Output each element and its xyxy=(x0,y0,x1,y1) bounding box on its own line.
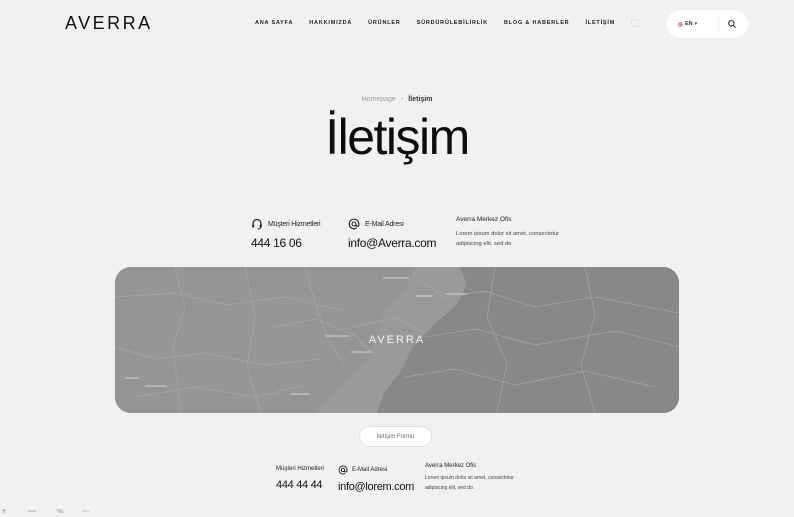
chevron-down-icon: ▾ xyxy=(694,21,698,27)
map-brand-logo: AVERRA xyxy=(368,334,426,346)
bottom-email-block: E-Mail Adresi info@lorem.com xyxy=(338,465,414,493)
bottom-office-block: Averra Merkez Ofis Lorem ipsum dolor sit… xyxy=(425,463,535,493)
bottom-customer-service-block: Müşteri Hizmetleri 444 44 44 xyxy=(276,466,324,491)
breadcrumb-current: İletişim xyxy=(408,96,433,103)
bottom-email-label: E-Mail Adresi xyxy=(352,467,388,473)
bottom-email-address[interactable]: info@lorem.com xyxy=(338,481,414,493)
corner-artifacts xyxy=(1,509,90,513)
headset-icon xyxy=(252,218,262,230)
customer-service-label: Müşteri Hizmetleri xyxy=(268,220,321,228)
main-nav: ANA SAYFA HAKKIMIZDA ÜRÜNLER SÜRDÜRÜLEBİ… xyxy=(255,20,631,26)
contact-form-button[interactable]: İletişim Formu xyxy=(359,426,432,447)
bottom-customer-service-label: Müşteri Hizmetleri xyxy=(276,466,325,472)
nav-item-about[interactable]: HAKKIMIZDA xyxy=(309,20,352,26)
nav-item-products[interactable]: ÜRÜNLER xyxy=(368,20,401,26)
customer-service-block: Müşteri Hizmetleri 444 16 06 xyxy=(251,218,321,250)
divider xyxy=(718,16,719,32)
nav-item-home[interactable]: ANA SAYFA xyxy=(255,20,293,26)
email-label: E-Mail Adresi xyxy=(365,220,404,228)
site-header: AVERRA ANA SAYFA HAKKIMIZDA ÜRÜNLER SÜRD… xyxy=(0,0,794,48)
language-label: EN xyxy=(685,21,693,27)
breadcrumb-home[interactable]: Homepage xyxy=(362,96,396,103)
office-title: Averra Merkez Ofis xyxy=(456,216,512,223)
nav-item-contact[interactable]: İLETİŞİM xyxy=(585,20,615,26)
header-tools: EN ▾ xyxy=(666,10,748,38)
nav-item-sustainability[interactable]: SÜRDÜRÜLEBİLİRLİK xyxy=(417,20,488,26)
bottom-office-address: Lorem ipsum dolor sit amet, consectetur … xyxy=(425,475,514,491)
breadcrumb: Homepage • İletişim xyxy=(0,96,794,103)
bottom-customer-service-phone[interactable]: 444 44 44 xyxy=(276,479,324,491)
office-address: Lorem ipsum dolor sit amet, consectetur … xyxy=(456,231,560,247)
at-icon xyxy=(338,465,348,475)
office-block: Averra Merkez Ofis Lorem ipsum dolor sit… xyxy=(456,216,576,249)
customer-service-phone[interactable]: 444 16 06 xyxy=(251,236,320,250)
email-block: E-Mail Adresi info@Averra.com xyxy=(348,218,436,250)
email-address[interactable]: info@Averra.com xyxy=(348,236,436,250)
faint-icon xyxy=(631,19,639,27)
location-map[interactable]: AVERRA xyxy=(115,267,679,413)
search-icon[interactable] xyxy=(727,19,737,29)
flag-icon xyxy=(678,21,683,27)
brand-logo[interactable]: AVERRA xyxy=(65,13,153,34)
at-icon xyxy=(348,218,360,230)
language-selector[interactable]: EN ▾ xyxy=(678,21,697,27)
page-title: İletişim xyxy=(325,109,470,165)
nav-item-blog[interactable]: BLOG & HABERLER xyxy=(504,20,569,26)
breadcrumb-separator: • xyxy=(400,96,404,103)
bottom-office-title: Averra Merkez Ofis xyxy=(425,463,477,469)
